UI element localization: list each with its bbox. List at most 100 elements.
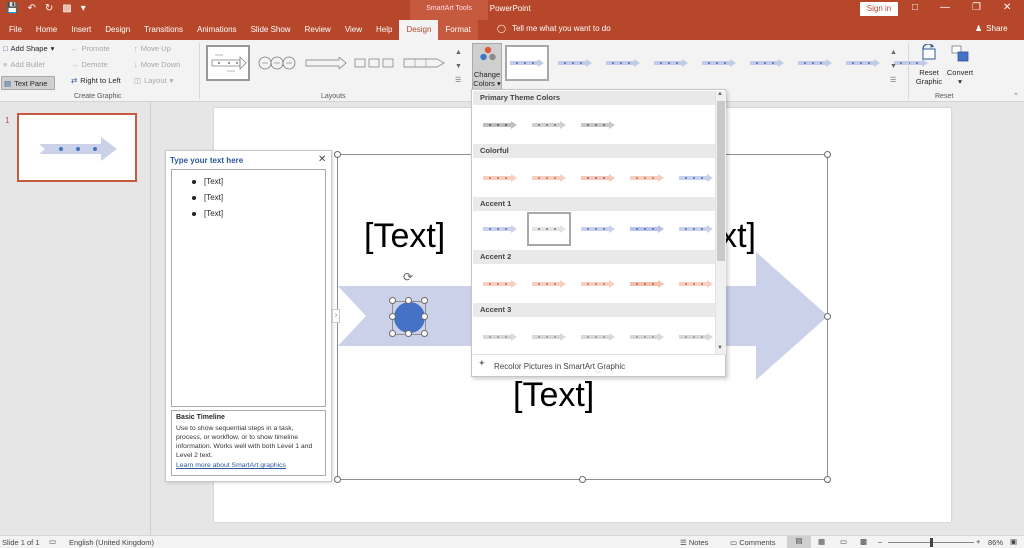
- color-variant-option[interactable]: [527, 267, 571, 301]
- color-variant-option[interactable]: [674, 161, 718, 195]
- color-variant-option[interactable]: [527, 320, 571, 354]
- node-resize-handle[interactable]: [421, 313, 428, 320]
- color-variant-option[interactable]: [527, 161, 571, 195]
- text-pane-bullet[interactable]: [Text]: [192, 206, 223, 222]
- color-variant-option[interactable]: [625, 320, 669, 354]
- color-variant-option[interactable]: [674, 267, 718, 301]
- node-resize-handle[interactable]: [389, 330, 396, 337]
- color-variant-option[interactable]: [527, 212, 571, 246]
- collapse-ribbon-icon[interactable]: ⌃: [1013, 92, 1019, 100]
- add-bullet-button[interactable]: ≡ Add Bullet: [3, 60, 69, 69]
- resize-handle[interactable]: [824, 476, 831, 483]
- color-variant-option[interactable]: [576, 267, 620, 301]
- tab-home[interactable]: Home: [29, 20, 64, 40]
- color-variant-option[interactable]: [625, 267, 669, 301]
- text-pane-close-icon[interactable]: ✕: [318, 154, 326, 165]
- comments-button[interactable]: ▭ Comments: [730, 538, 775, 547]
- color-variant-option[interactable]: [625, 212, 669, 246]
- text-pane-bullet[interactable]: [Text]: [192, 174, 223, 190]
- color-variant-option[interactable]: [576, 108, 620, 142]
- layout-circle-process[interactable]: [255, 45, 299, 81]
- smartart-style-option[interactable]: [745, 45, 789, 81]
- tab-file[interactable]: File: [0, 20, 29, 40]
- color-variant-option[interactable]: [478, 108, 522, 142]
- close-icon[interactable]: ✕: [1003, 2, 1011, 13]
- tab-view[interactable]: View: [338, 20, 369, 40]
- tab-design[interactable]: Design: [98, 20, 137, 40]
- color-variant-option[interactable]: [478, 267, 522, 301]
- node-resize-handle[interactable]: [421, 297, 428, 304]
- save-icon[interactable]: 💾: [6, 3, 18, 14]
- layout-chevron-steps[interactable]: [353, 45, 397, 81]
- timeline-text-2[interactable]: [Text]: [513, 376, 594, 415]
- resize-handle[interactable]: [824, 313, 831, 320]
- node-resize-handle[interactable]: [405, 297, 412, 304]
- spelling-icon[interactable]: ▭: [49, 537, 56, 546]
- notes-button[interactable]: ☰ Notes: [680, 538, 708, 547]
- fit-to-window-icon[interactable]: ▣: [1010, 537, 1017, 546]
- tab-help[interactable]: Help: [369, 20, 399, 40]
- color-variant-option[interactable]: [674, 320, 718, 354]
- normal-view-icon[interactable]: ▤: [787, 536, 811, 548]
- reset-graphic-button[interactable]: Reset Graphic: [914, 44, 944, 88]
- tab-smartart-format[interactable]: Format: [438, 20, 478, 40]
- text-pane-button[interactable]: ▤ Text Pane: [1, 76, 55, 90]
- text-pane-toggle-icon[interactable]: ›: [332, 309, 340, 323]
- text-pane-editor[interactable]: [Text] [Text] [Text]: [171, 169, 326, 407]
- layout-arrow-ribbon[interactable]: [304, 45, 348, 81]
- customize-qat-icon[interactable]: ▾: [81, 3, 86, 14]
- change-colors-button[interactable]: Change Colors ▾: [472, 43, 502, 90]
- smartart-style-option[interactable]: [601, 45, 645, 81]
- tab-slide-show[interactable]: Slide Show: [244, 20, 298, 40]
- styles-scroll[interactable]: ▲ ▼ ☰: [890, 46, 900, 94]
- color-variant-option[interactable]: [576, 320, 620, 354]
- tab-transitions[interactable]: Transitions: [137, 20, 190, 40]
- node-resize-handle[interactable]: [389, 313, 396, 320]
- resize-grip-icon[interactable]: ⋯: [595, 369, 601, 376]
- slide-sorter-icon[interactable]: ▦: [818, 537, 825, 546]
- node-resize-handle[interactable]: [405, 330, 412, 337]
- rotate-handle-icon[interactable]: ⟳: [403, 270, 413, 284]
- resize-handle[interactable]: [824, 151, 831, 158]
- tab-smartart-design[interactable]: Design: [399, 20, 439, 40]
- smartart-style-option[interactable]: [841, 45, 885, 81]
- share-button[interactable]: ♟ Share: [975, 24, 1008, 33]
- sign-in-button[interactable]: Sign in: [860, 2, 898, 16]
- smartart-style-option[interactable]: [649, 45, 693, 81]
- right-to-left-button[interactable]: ⇄ Right to Left: [71, 76, 133, 85]
- language-status[interactable]: English (United Kingdom): [69, 538, 154, 547]
- color-variant-option[interactable]: [478, 161, 522, 195]
- smartart-style-option[interactable]: [553, 45, 597, 81]
- promote-button[interactable]: ← Promote: [71, 44, 131, 53]
- tab-review[interactable]: Review: [298, 20, 338, 40]
- zoom-in-icon[interactable]: +: [976, 537, 980, 546]
- node-resize-handle[interactable]: [389, 297, 396, 304]
- layouts-scroll[interactable]: ▲ ▼ ☰: [455, 46, 465, 94]
- add-shape-button[interactable]: □ Add Shape ▾: [3, 44, 69, 53]
- timeline-text-1[interactable]: [Text]: [364, 217, 445, 256]
- demote-button[interactable]: → Demote: [71, 60, 131, 69]
- smartart-style-option[interactable]: [793, 45, 837, 81]
- color-variant-option[interactable]: [527, 108, 571, 142]
- undo-icon[interactable]: ↶: [27, 3, 35, 14]
- timeline-text-3[interactable]: [Text]: [726, 217, 756, 256]
- move-up-button[interactable]: ↑ Move Up: [134, 44, 196, 53]
- zoom-out-icon[interactable]: –: [878, 537, 882, 546]
- minimize-icon[interactable]: —: [940, 2, 950, 13]
- resize-handle[interactable]: [334, 476, 341, 483]
- convert-button[interactable]: Convert ▾: [944, 44, 976, 88]
- recolor-pictures-item[interactable]: ✦ Recolor Pictures in SmartArt Graphic ⋯: [473, 354, 726, 376]
- text-pane-bullet[interactable]: [Text]: [192, 190, 223, 206]
- reading-view-icon[interactable]: ▭: [840, 537, 847, 546]
- color-variant-option[interactable]: [674, 212, 718, 246]
- redo-icon[interactable]: ↻: [45, 3, 53, 14]
- learn-more-link[interactable]: Learn more about SmartArt graphics: [176, 462, 321, 469]
- color-variant-option[interactable]: [625, 161, 669, 195]
- node-resize-handle[interactable]: [421, 330, 428, 337]
- ribbon-display-options-icon[interactable]: □: [912, 2, 918, 13]
- layout-block-arrow[interactable]: [402, 45, 446, 81]
- gallery-scroll-thumb[interactable]: [717, 101, 725, 261]
- smartart-style-option[interactable]: [505, 45, 549, 81]
- resize-handle[interactable]: [579, 476, 586, 483]
- smartart-style-option[interactable]: [697, 45, 741, 81]
